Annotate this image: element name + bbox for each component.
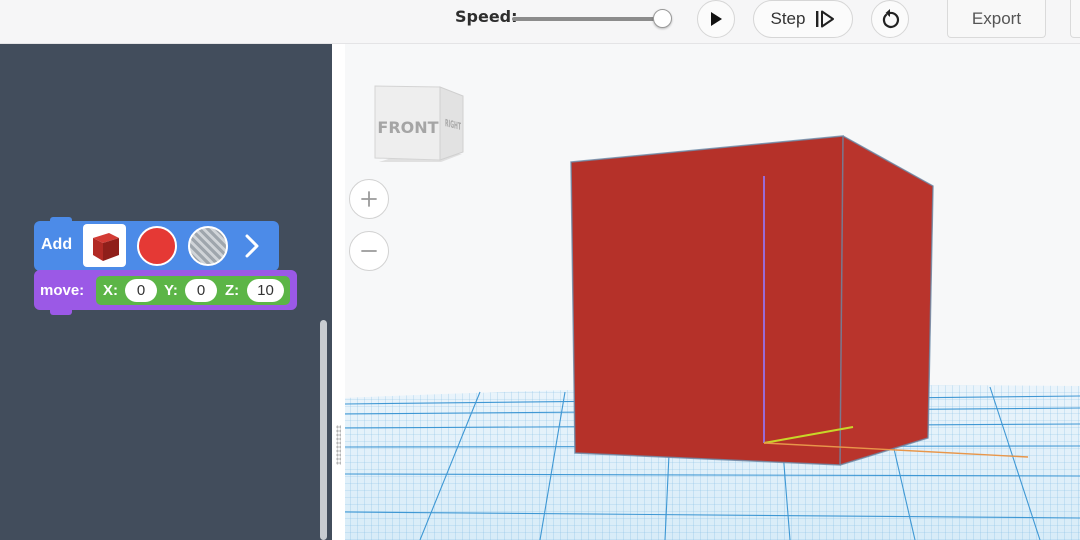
expand-button[interactable] [240,230,264,262]
z-label: Z: [225,282,240,299]
x-label: X: [103,282,118,299]
reset-button[interactable] [871,0,909,38]
z-input[interactable]: 10 [247,279,284,302]
speed-slider-track[interactable] [512,17,660,21]
step-forward-icon [816,10,835,28]
shape-picker[interactable] [83,224,126,267]
color-picker[interactable] [137,226,177,266]
workspace-scrollbar[interactable] [320,320,327,540]
splitter-grip[interactable] [336,425,341,465]
move-block-notch [50,309,72,315]
scene-canvas[interactable]: FRONT RIGHT [345,44,1080,540]
panel-splitter[interactable] [332,44,345,540]
speed-label: Speed: [455,7,518,26]
view-cube[interactable]: FRONT RIGHT [374,85,464,162]
add-block-label: Add [41,236,73,253]
y-label: Y: [164,282,178,299]
plus-icon [361,191,377,207]
step-label: Step [770,9,806,28]
step-button[interactable]: Step [753,0,853,38]
y-input[interactable]: 0 [185,279,217,302]
play-button[interactable] [697,0,735,38]
view-cube-front-label: FRONT [377,118,438,137]
3d-viewport[interactable]: FRONT RIGHT [345,44,1080,540]
reset-icon [882,9,899,28]
export-button[interactable]: Export [947,0,1046,38]
red-box-icon [92,232,119,261]
more-button[interactable] [1070,0,1080,38]
zoom-in-button[interactable] [349,179,389,219]
x-input[interactable]: 0 [125,279,157,302]
move-block-label: move: [40,282,85,299]
play-icon [711,12,722,26]
minus-icon [361,250,377,252]
chevron-right-icon [245,234,259,258]
speed-slider-thumb[interactable] [653,9,672,28]
top-toolbar: Speed: Step Export [0,0,1080,44]
red-box-shape[interactable] [570,135,934,466]
zoom-out-button[interactable] [349,231,389,271]
hole-toggle[interactable] [188,226,228,266]
export-label: Export [971,8,1022,28]
